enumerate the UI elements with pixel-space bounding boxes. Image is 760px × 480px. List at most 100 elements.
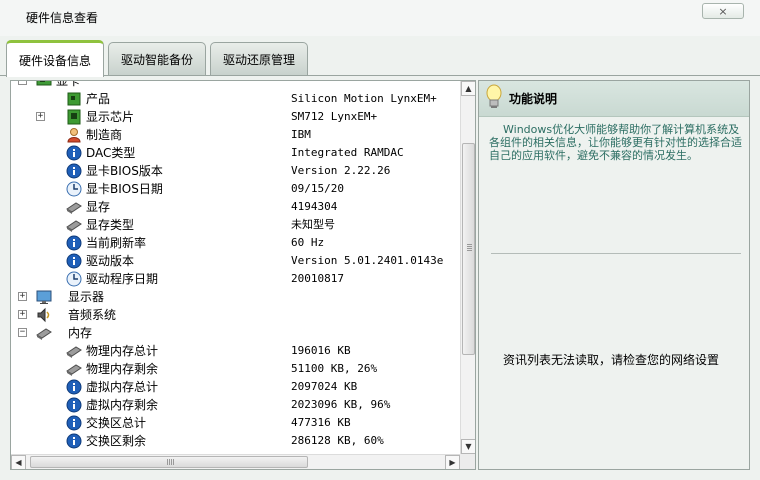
- info-icon: [66, 397, 82, 413]
- tree-node-display-adapter[interactable]: − 显卡: [11, 81, 460, 90]
- tree-row[interactable]: 虚拟内存总计 2097024 KB: [11, 378, 460, 396]
- close-button[interactable]: ×: [702, 3, 744, 19]
- arrow-up-icon: ▲: [465, 84, 472, 93]
- property-value: 60 Hz: [291, 236, 325, 249]
- title-bar: 硬件信息查看 ×: [0, 0, 760, 36]
- tab-divider: [0, 75, 760, 76]
- memory-icon: [36, 328, 52, 340]
- tree-row[interactable]: 显存 4194304: [11, 198, 460, 216]
- window-title: 硬件信息查看: [26, 11, 99, 25]
- tab-label: 驱动智能备份: [120, 53, 193, 67]
- property-label: 虚拟内存总计: [86, 380, 159, 394]
- property-label: 虚拟内存剩余: [86, 398, 159, 412]
- tree-row[interactable]: 交换区剩余 286128 KB, 60%: [11, 432, 460, 450]
- tree-node-label: 音频系统: [68, 308, 117, 322]
- person-icon: [67, 128, 81, 143]
- arrow-left-icon: ◀: [15, 458, 22, 467]
- horizontal-scrollbar[interactable]: ◀ ▶: [11, 454, 460, 469]
- property-value: Version 5.01.2401.0143e: [291, 254, 444, 267]
- property-label: 显存类型: [86, 218, 135, 232]
- property-label: 交换区总计: [86, 416, 147, 430]
- property-value: 4194304: [291, 200, 338, 213]
- tab-hardware-info[interactable]: 硬件设备信息: [6, 40, 104, 77]
- property-value: 196016 KB: [291, 344, 351, 357]
- tree-row[interactable]: 产品 Silicon Motion LynxEM+: [11, 90, 460, 108]
- tab-driver-backup[interactable]: 驱动智能备份: [108, 42, 206, 76]
- tab-bar: 硬件设备信息 驱动智能备份 驱动还原管理: [6, 40, 760, 77]
- property-value: SM712 LynxEM+: [291, 110, 378, 123]
- news-error-message: 资讯列表无法读取，请检查您的网络设置: [503, 353, 720, 367]
- tree-node-label: 内存: [68, 326, 93, 340]
- info-icon: [66, 433, 82, 449]
- tree-row[interactable]: 交换区总计 477316 KB: [11, 414, 460, 432]
- tree-row[interactable]: 当前刷新率 60 Hz: [11, 234, 460, 252]
- thumb-grip: [467, 244, 472, 251]
- hardware-tree[interactable]: − 显卡 产品 Silicon Motion LynxEM+ + 显示芯片 SM…: [11, 81, 460, 454]
- property-label: 显卡BIOS版本: [86, 164, 163, 178]
- collapse-expander[interactable]: −: [18, 328, 27, 337]
- property-label: 物理内存总计: [86, 344, 159, 358]
- scrollbar-corner: [460, 454, 475, 469]
- thumb-grip: [167, 459, 174, 465]
- property-value: 未知型号: [291, 218, 335, 231]
- expand-expander[interactable]: +: [18, 292, 27, 301]
- memory-icon: [66, 202, 82, 214]
- tree-row[interactable]: DAC类型 Integrated RAMDAC: [11, 144, 460, 162]
- info-icon: [66, 235, 82, 251]
- tree-row[interactable]: 驱动程序日期 20010817: [11, 270, 460, 288]
- property-label: 当前刷新率: [86, 236, 147, 250]
- tab-label: 驱动还原管理: [222, 53, 295, 67]
- tree-row[interactable]: + 显示芯片 SM712 LynxEM+: [11, 108, 460, 126]
- memory-icon: [66, 220, 82, 232]
- scroll-down-button[interactable]: ▼: [461, 439, 475, 454]
- property-label: 制造商: [86, 128, 123, 142]
- property-label: DAC类型: [86, 146, 136, 160]
- property-value: IBM: [291, 128, 311, 141]
- scroll-right-button[interactable]: ▶: [445, 455, 460, 469]
- expand-expander[interactable]: +: [18, 310, 27, 319]
- info-icon: [66, 253, 82, 269]
- collapse-expander[interactable]: −: [18, 81, 27, 85]
- property-label: 交换区剩余: [86, 434, 147, 448]
- scroll-left-button[interactable]: ◀: [11, 455, 26, 469]
- info-icon: [66, 415, 82, 431]
- property-label: 显示芯片: [86, 110, 135, 124]
- expand-expander[interactable]: +: [36, 112, 45, 121]
- tree-row[interactable]: 虚拟内存剩余 2023096 KB, 96%: [11, 396, 460, 414]
- scroll-up-button[interactable]: ▲: [461, 81, 475, 96]
- info-divider: [491, 253, 741, 254]
- arrow-down-icon: ▼: [465, 442, 472, 451]
- vertical-scrollbar[interactable]: ▲ ▼: [460, 81, 475, 454]
- vertical-scroll-thumb[interactable]: [462, 143, 475, 355]
- property-value: 286128 KB, 60%: [291, 434, 384, 447]
- property-label: 产品: [86, 92, 111, 106]
- tab-driver-restore[interactable]: 驱动还原管理: [210, 42, 308, 76]
- property-value: Integrated RAMDAC: [291, 146, 404, 159]
- clock-icon: [66, 271, 82, 287]
- tree-row[interactable]: 显存类型 未知型号: [11, 216, 460, 234]
- tree-row[interactable]: 制造商 IBM: [11, 126, 460, 144]
- tree-row[interactable]: 物理内存剩余 51100 KB, 26%: [11, 360, 460, 378]
- tree-row[interactable]: 显卡BIOS版本 Version 2.22.26: [11, 162, 460, 180]
- clock-icon: [66, 181, 82, 197]
- chip-icon: [67, 92, 81, 106]
- property-value: 20010817: [291, 272, 344, 285]
- tree-node-monitor[interactable]: + 显示器: [11, 288, 460, 306]
- tree-node-label: 显示器: [68, 290, 105, 304]
- property-label: 显卡BIOS日期: [86, 182, 163, 196]
- function-description: Windows优化大师能够帮助你了解计算机系统及各组件的相关信息，让你能够更有针…: [489, 123, 742, 162]
- tree-row[interactable]: 物理内存总计 196016 KB: [11, 342, 460, 360]
- info-panel-header: 功能说明: [479, 81, 749, 117]
- tree-row[interactable]: 驱动版本 Version 5.01.2401.0143e: [11, 252, 460, 270]
- property-value: 09/15/20: [291, 182, 344, 195]
- chip-icon: [67, 109, 81, 125]
- info-icon: [66, 145, 82, 161]
- video-card-icon: [36, 81, 52, 86]
- tree-node-audio[interactable]: + 音频系统: [11, 306, 460, 324]
- tree-row[interactable]: 显卡BIOS日期 09/15/20: [11, 180, 460, 198]
- property-value: Silicon Motion LynxEM+: [291, 92, 437, 105]
- property-label: 显存: [86, 200, 111, 214]
- horizontal-scroll-thumb[interactable]: [30, 456, 308, 468]
- info-icon: [66, 163, 82, 179]
- tree-node-memory[interactable]: − 内存: [11, 324, 460, 342]
